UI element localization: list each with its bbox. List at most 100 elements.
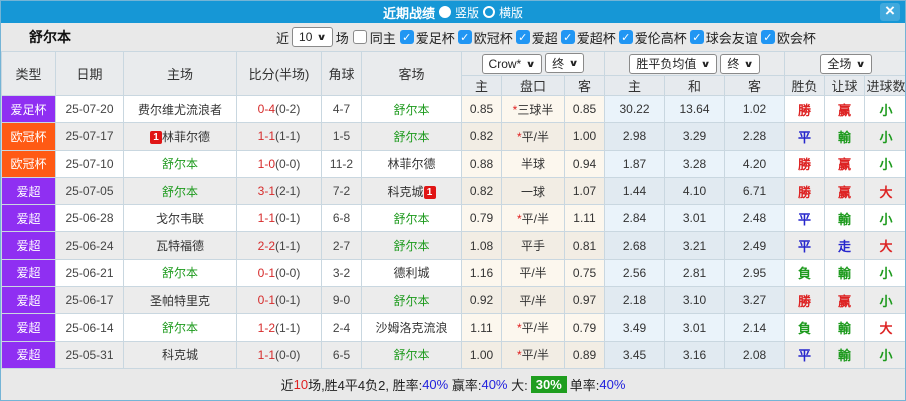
team-link[interactable]: 德利城	[393, 266, 429, 280]
cup-checkbox[interactable]: ✓	[560, 30, 575, 44]
avg-draw-odds: 3.16	[664, 340, 726, 370]
layout-vertical-radio[interactable]	[438, 6, 451, 18]
team-link[interactable]: 舒尔本	[393, 294, 429, 308]
chevron-down-icon: ∨	[855, 58, 867, 69]
summary-single-rate: 40%	[599, 377, 626, 392]
dropdown-header-row: 类型 日期 主场 比分(半场) 角球 客场 Crow* ∨ 终 ∨ 胜平负均值 ∨ 终…	[1, 51, 905, 96]
match-row: 欧冠杯 25-07-10 舒尔本 1-0(0-0) 11-2 林菲尔德 0.88 半球 0.94…	[1, 149, 905, 178]
avg-away-odds: 1.02	[724, 94, 786, 124]
chevron-down-icon: ∨	[568, 58, 579, 69]
bookmaker-period-select[interactable]: 终 ∨	[545, 53, 585, 74]
cover-cell: 輸	[824, 313, 866, 342]
team-link[interactable]: 舒尔本	[162, 321, 198, 335]
handicap-away-odds: 1.07	[563, 176, 606, 206]
avg-draw-odds: 13.64	[664, 94, 726, 124]
market-period-value: 终	[727, 57, 740, 71]
team-link[interactable]: 费尔维尤流浪者	[138, 103, 222, 117]
same-home-checkbox[interactable]	[352, 30, 367, 44]
subheader-odds-home: 主	[461, 75, 502, 96]
team-link[interactable]: 戈尔韦联	[156, 212, 204, 226]
cup-checkbox[interactable]: ✓	[515, 30, 530, 44]
avg-home-odds: 3.49	[604, 313, 666, 342]
cup-checkbox[interactable]: ✓	[457, 30, 472, 44]
handicap-home-odds: 0.82	[461, 176, 502, 206]
goals-cell: 大	[864, 231, 905, 260]
subheader-avg-home: 主	[604, 75, 666, 96]
fulltime-score: 0-1	[257, 293, 275, 308]
match-date: 25-07-20	[55, 94, 124, 124]
result-cell: 負	[784, 313, 826, 342]
market-select[interactable]: 胜平负均值 ∨	[629, 53, 717, 74]
team-link[interactable]: 舒尔本	[162, 157, 198, 171]
avg-home-odds: 30.22	[604, 94, 666, 124]
header-away: 客场	[361, 51, 462, 96]
team-link[interactable]: 舒尔本	[162, 185, 198, 199]
league-badge: 欧冠杯	[1, 149, 56, 178]
match-row: 爱超 25-07-05 舒尔本 3-1(2-1) 7-2 科克城 1 0.82 一球 1.07 1.…	[1, 176, 905, 206]
handicap-away-odds: 0.81	[563, 231, 606, 260]
market-period-select[interactable]: 终 ∨	[720, 53, 760, 74]
cup-checkbox[interactable]: ✓	[618, 30, 633, 44]
team-link[interactable]: 舒尔本	[393, 212, 429, 226]
header-date: 日期	[55, 51, 124, 96]
avg-draw-odds: 4.10	[664, 176, 726, 206]
team-link[interactable]: 舒尔本	[393, 103, 429, 117]
chevron-down-icon: ∨	[525, 58, 536, 69]
header-type: 类型	[1, 51, 56, 96]
cup-list: ✓ 爱足杯 ✓ 欧冠杯 ✓ 爱超 ✓ 爱超杯 ✓ 爱伦高杯 ✓ 球会友谊 ✓ 欧会杯	[399, 28, 817, 47]
cover-cell: 輸	[824, 122, 866, 151]
goals-cell: 小	[864, 258, 905, 288]
team-link[interactable]: 舒尔本	[393, 348, 429, 362]
team-link[interactable]: 林菲尔德	[387, 157, 435, 171]
fulltime-score: 1-1	[257, 347, 275, 362]
bookmaker-select[interactable]: Crow* ∨	[481, 53, 542, 74]
handicap-away-odds: 0.94	[563, 149, 606, 178]
team-link[interactable]: 圣帕特里克	[150, 294, 210, 308]
layout-horizontal-radio[interactable]	[483, 6, 496, 18]
avg-away-odds: 2.48	[724, 204, 786, 233]
cover-cell: 赢	[824, 176, 866, 206]
match-row: 爱足杯 25-07-20 费尔维尤流浪者 0-4(0-2) 4-7 舒尔本 0.85 *三球半…	[1, 94, 905, 124]
team-link[interactable]: 舒尔本	[393, 130, 429, 144]
score-cell: 2-2(1-1)	[236, 231, 322, 260]
cup-checkbox[interactable]: ✓	[760, 30, 775, 44]
cup-checkbox[interactable]: ✓	[689, 30, 704, 44]
recent-count-select[interactable]: 10 ∨	[292, 27, 333, 47]
handicap-line: 平/半	[521, 348, 549, 363]
team-link[interactable]: 林菲尔德	[162, 130, 210, 144]
goals-cell: 小	[864, 94, 905, 124]
handicap-home-odds: 0.79	[461, 204, 502, 233]
league-badge: 爱超	[1, 286, 56, 315]
fulltime-score: 0-1	[257, 265, 275, 280]
cup-label: 爱超杯	[576, 30, 616, 46]
summary-count: 10	[293, 377, 309, 392]
handicap-line: 平手	[520, 239, 545, 254]
handicap-home-odds: 0.92	[461, 286, 502, 315]
cup-checkbox[interactable]: ✓	[399, 30, 414, 44]
avg-home-odds: 2.56	[604, 258, 666, 288]
handicap-away-odds: 1.00	[563, 122, 606, 151]
handicap-away-odds: 0.89	[563, 340, 606, 370]
handicap-line: 平/半	[519, 293, 547, 308]
league-badge: 爱超	[1, 204, 56, 233]
team-link[interactable]: 科克城	[162, 348, 198, 362]
scope-select[interactable]: 全场 ∨	[820, 53, 872, 74]
team-link[interactable]: 科克城	[387, 185, 423, 199]
recent-record-dialog: 近期战绩 竖版 横版 × 舒尔本 近 10 ∨ 场 同主 ✓ 爱足杯 ✓ 欧冠杯 ✓ 爱超…	[0, 0, 906, 401]
match-date: 25-07-10	[55, 149, 124, 178]
handicap-home-odds: 1.16	[461, 258, 502, 288]
score-cell: 0-1(0-1)	[236, 286, 322, 315]
team-link[interactable]: 舒尔本	[162, 266, 198, 280]
match-date: 25-06-17	[55, 286, 124, 315]
team-link[interactable]: 瓦特福德	[156, 239, 204, 253]
close-icon[interactable]: ×	[880, 2, 900, 21]
team-link[interactable]: 沙姆洛克流浪	[375, 321, 447, 335]
summary-big-label: 大:	[507, 378, 528, 393]
handicap-line-cell: *平/半	[501, 204, 565, 233]
header-score: 比分(半场)	[236, 51, 322, 96]
team-name: 舒尔本	[29, 29, 71, 45]
match-date: 25-06-21	[55, 258, 124, 288]
team-link[interactable]: 舒尔本	[393, 239, 429, 253]
goals-cell: 大	[864, 176, 905, 206]
avg-away-odds: 4.20	[724, 149, 786, 178]
